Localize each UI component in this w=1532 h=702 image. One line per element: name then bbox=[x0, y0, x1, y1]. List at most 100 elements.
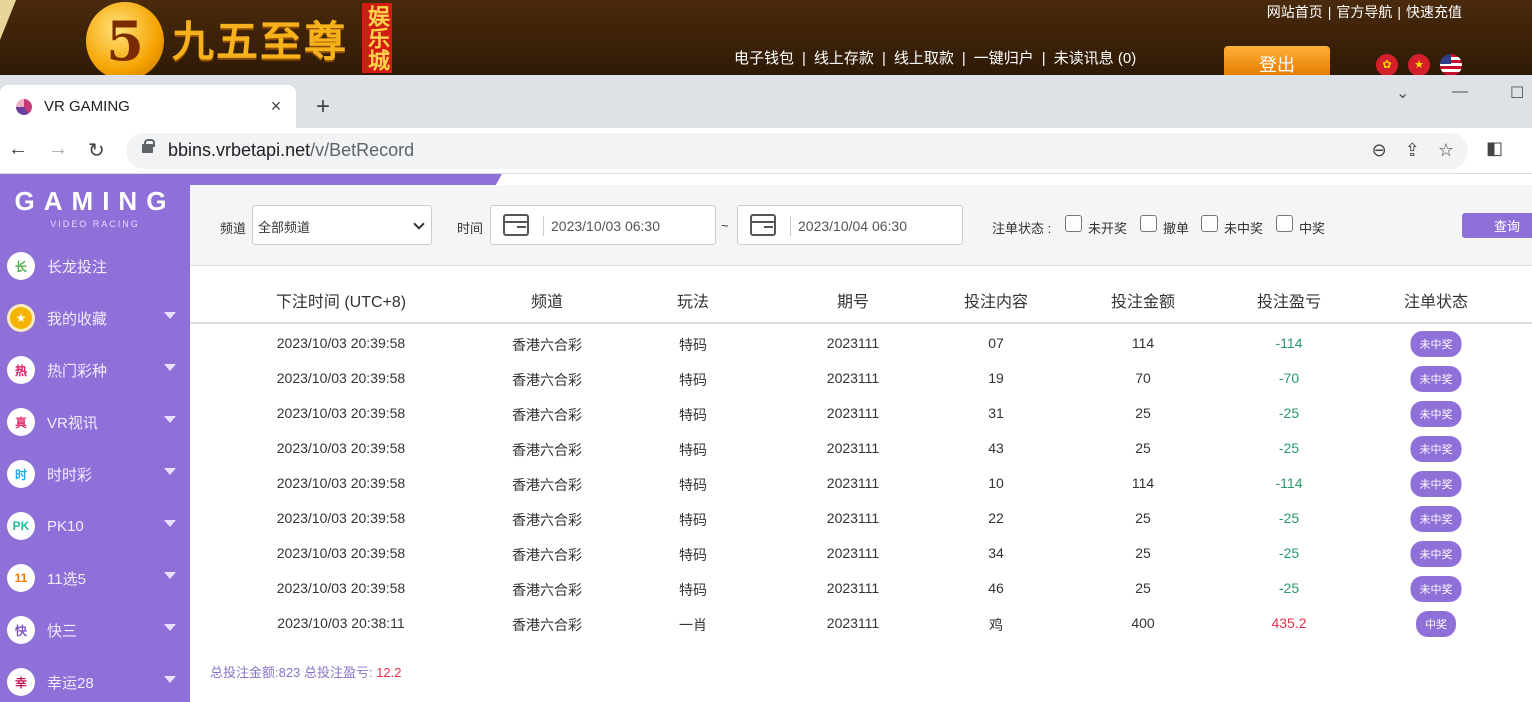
category-badge-icon: 时 bbox=[7, 460, 35, 488]
category-badge-icon: PK bbox=[7, 512, 35, 540]
bookmark-star-icon[interactable]: ☆ bbox=[1438, 140, 1454, 161]
browser-toolbar: ← → ↻ bbins.vrbetapi.net/v/BetRecord ⊖ ⇪… bbox=[0, 128, 1532, 174]
us-flag-icon[interactable] bbox=[1440, 54, 1462, 75]
sidebar-item[interactable]: 长长龙投注 bbox=[0, 240, 190, 292]
sidebar-item[interactable]: 快快三 bbox=[0, 604, 190, 656]
tab-close-icon[interactable]: × bbox=[266, 96, 286, 117]
expand-arrow-icon[interactable] bbox=[164, 364, 176, 371]
link-separator: | bbox=[802, 50, 806, 67]
sidebar-item[interactable]: PK PK10 bbox=[0, 500, 190, 552]
table-row: 2023/10/03 20:39:58 香港六合彩 特码 2023111 34 25 -25… bbox=[190, 535, 1532, 570]
channel-select[interactable]: 全部频道 bbox=[252, 205, 432, 245]
cell-issue: 2023111 bbox=[826, 510, 880, 526]
cell-content: 34 bbox=[988, 545, 1004, 561]
zoom-icon[interactable]: ⊖ bbox=[1372, 140, 1387, 161]
category-badge-icon: 真 bbox=[7, 408, 35, 436]
category-badge-icon: 长 bbox=[7, 252, 35, 280]
query-button[interactable]: 查询 bbox=[1462, 213, 1532, 238]
cell-profit: -25 bbox=[1278, 440, 1300, 456]
cell-play: 特码 bbox=[679, 512, 707, 528]
game-sidebar: GAMING VIDEO RACING 长长龙投注 ★ 我的收藏热热门彩种真 VR视讯… bbox=[0, 174, 190, 702]
hk-flag-icon[interactable]: ✿ bbox=[1376, 54, 1398, 75]
channel-label: 频道 bbox=[220, 221, 247, 236]
cell-issue: 2023111 bbox=[826, 615, 880, 631]
end-date-input[interactable]: 2023/10/04 06:30 bbox=[737, 205, 963, 245]
link-messages[interactable]: 未读讯息 (0) bbox=[1054, 50, 1137, 67]
expand-arrow-icon[interactable] bbox=[164, 468, 176, 475]
date-range-tilde: ~ bbox=[721, 218, 729, 233]
minimize-icon[interactable]: — bbox=[1452, 83, 1468, 101]
start-date-input[interactable]: 2023/10/03 06:30 bbox=[490, 205, 716, 245]
cell-play: 特码 bbox=[679, 547, 707, 563]
cell-issue: 2023111 bbox=[826, 370, 880, 386]
omnibox-actions: ⊖ ⇪ ☆ bbox=[1372, 140, 1454, 161]
date-divider bbox=[790, 216, 791, 236]
link-quick-recharge[interactable]: 快速充值 bbox=[1406, 4, 1462, 20]
status-checkbox-won[interactable] bbox=[1276, 215, 1293, 232]
expand-arrow-icon[interactable] bbox=[164, 520, 176, 527]
time-label: 时间 bbox=[457, 221, 484, 236]
link-deposit[interactable]: 线上存款 bbox=[814, 50, 874, 67]
sidebar-item[interactable]: 幸幸运28 bbox=[0, 656, 190, 702]
forward-arrow-icon[interactable]: → bbox=[48, 138, 68, 161]
sidebar-item-label: VR视讯 bbox=[47, 414, 98, 432]
sidebar-item[interactable]: 热热门彩种 bbox=[0, 344, 190, 396]
category-badge-icon: 11 bbox=[7, 564, 35, 592]
expand-arrow-icon[interactable] bbox=[164, 676, 176, 683]
link-consolidate[interactable]: 一键归户 bbox=[974, 50, 1034, 67]
status-checkbox-lost[interactable] bbox=[1201, 215, 1218, 232]
col-header-play: 玩法 bbox=[676, 294, 710, 311]
casino-logo[interactable]: 5 九五至尊 娱乐城 bbox=[86, 2, 393, 75]
expand-arrow-icon[interactable] bbox=[164, 312, 176, 319]
side-panel-icon[interactable]: ◧ bbox=[1486, 138, 1503, 159]
cn-flag-icon[interactable]: ★ bbox=[1408, 54, 1430, 75]
url-host: bbins.vrbetapi.net bbox=[168, 140, 311, 160]
expand-arrow-icon[interactable] bbox=[164, 416, 176, 423]
cell-content: 19 bbox=[988, 370, 1004, 386]
link-separator: | bbox=[1397, 4, 1401, 20]
expand-arrow-icon[interactable] bbox=[164, 572, 176, 579]
browser-tab[interactable]: VR GAMING × bbox=[0, 85, 296, 128]
cell-channel: 香港六合彩 bbox=[512, 512, 582, 528]
link-withdraw[interactable]: 线上取款 bbox=[894, 50, 954, 67]
new-tab-button[interactable]: + bbox=[316, 93, 330, 121]
table-row: 2023/10/03 20:39:58 香港六合彩 特码 2023111 43 25 -25… bbox=[190, 430, 1532, 465]
tab-search-icon[interactable]: ⌄ bbox=[1396, 83, 1409, 103]
back-arrow-icon[interactable]: ← bbox=[8, 138, 28, 161]
status-badge: 未中奖 bbox=[1410, 436, 1462, 462]
reload-icon[interactable]: ↻ bbox=[88, 138, 105, 163]
share-icon[interactable]: ⇪ bbox=[1405, 140, 1420, 161]
table-row: 2023/10/03 20:39:58 香港六合彩 特码 2023111 31 25 -25… bbox=[190, 395, 1532, 430]
cell-time: 2023/10/03 20:39:58 bbox=[276, 510, 406, 526]
sidebar-item[interactable]: ★ 我的收藏 bbox=[0, 292, 190, 344]
status-checkbox-unopened[interactable] bbox=[1065, 215, 1082, 232]
status-badge: 未中奖 bbox=[1410, 471, 1462, 497]
cell-amount: 70 bbox=[1135, 370, 1151, 386]
logo-emblem: 5 bbox=[86, 2, 164, 75]
sidebar-item-label: 快三 bbox=[47, 622, 78, 640]
cell-content: 43 bbox=[988, 440, 1004, 456]
status-badge: 未中奖 bbox=[1410, 366, 1462, 392]
link-official-nav[interactable]: 官方导航 bbox=[1336, 4, 1392, 20]
expand-arrow-icon[interactable] bbox=[164, 624, 176, 631]
col-header-profit: 投注盈亏 bbox=[1256, 294, 1322, 311]
sidebar-item[interactable]: 11 11选5 bbox=[0, 552, 190, 604]
cell-channel: 香港六合彩 bbox=[512, 337, 582, 353]
total-bet: 总投注金额:823 bbox=[210, 665, 301, 680]
link-wallet[interactable]: 电子钱包 bbox=[734, 50, 794, 67]
logout-button[interactable]: 登出 bbox=[1224, 46, 1330, 75]
cell-time: 2023/10/03 20:39:58 bbox=[276, 405, 406, 421]
sidebar-item[interactable]: 时时时彩 bbox=[0, 448, 190, 500]
cell-time: 2023/10/03 20:38:11 bbox=[277, 615, 405, 631]
link-home[interactable]: 网站首页 bbox=[1267, 4, 1323, 20]
table-row: 2023/10/03 20:39:58 香港六合彩 特码 2023111 22 25 -25… bbox=[190, 500, 1532, 535]
cell-profit: -25 bbox=[1278, 580, 1300, 596]
status-checkbox-cancelled[interactable] bbox=[1140, 215, 1157, 232]
lock-icon[interactable] bbox=[142, 139, 155, 153]
link-separator: | bbox=[1041, 50, 1046, 67]
maximize-icon[interactable]: ☐ bbox=[1510, 83, 1524, 103]
cell-content: 07 bbox=[988, 335, 1004, 351]
address-bar[interactable]: bbins.vrbetapi.net/v/BetRecord ⊖ ⇪ ☆ bbox=[126, 133, 1468, 169]
cell-channel: 香港六合彩 bbox=[512, 477, 582, 493]
sidebar-item[interactable]: 真 VR视讯 bbox=[0, 396, 190, 448]
